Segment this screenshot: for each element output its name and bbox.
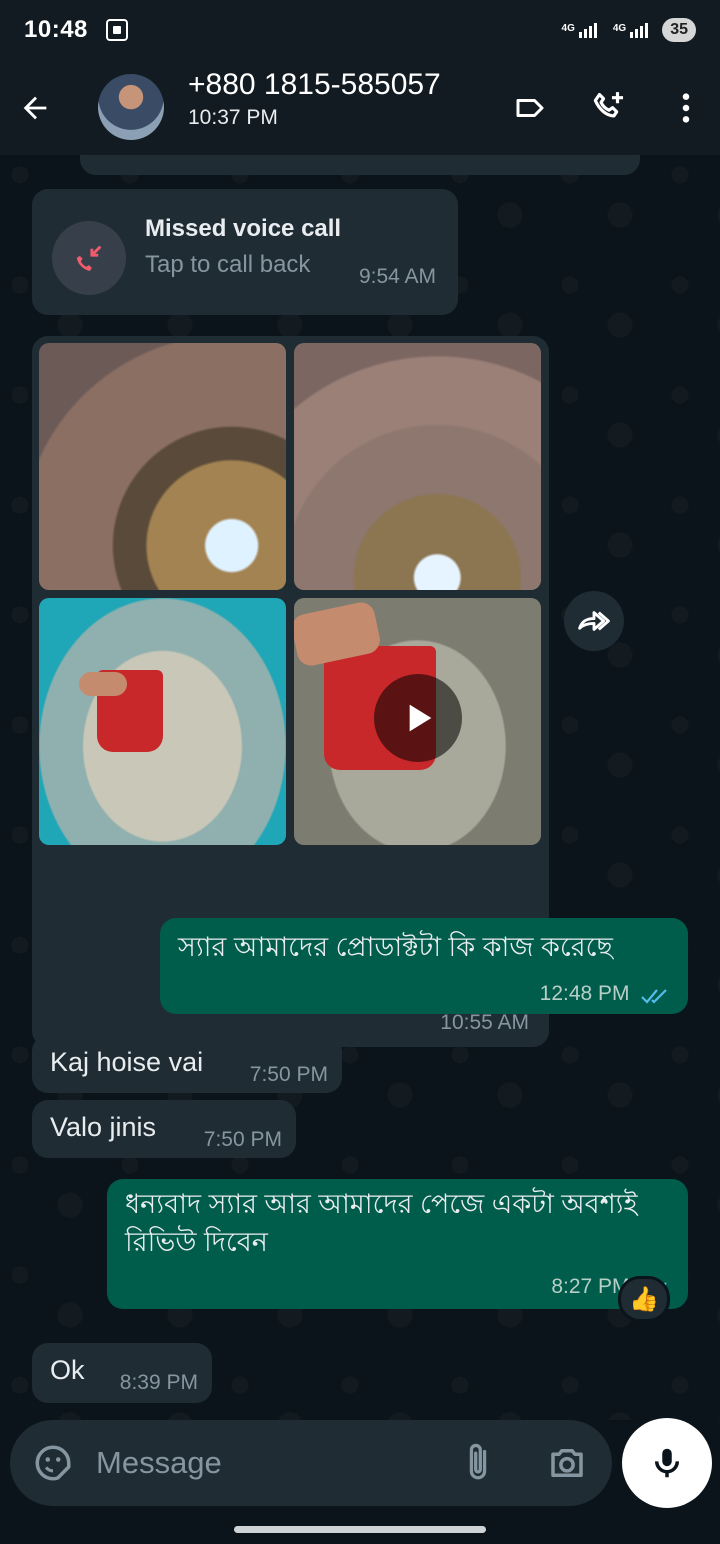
paperclip-icon (469, 1443, 487, 1480)
missed-call-icon (52, 221, 126, 295)
media-thumbnail[interactable] (39, 343, 286, 590)
home-indicator[interactable] (234, 1526, 486, 1533)
play-icon (409, 704, 432, 732)
status-indicators: 4G 4G 35 (562, 18, 696, 42)
camera-icon (551, 1449, 583, 1477)
add-call-button[interactable] (588, 88, 628, 128)
missed-call-subtitle: Tap to call back (145, 251, 311, 278)
incoming-message[interactable]: Valo jinis 7:50 PM (32, 1100, 296, 1158)
arrow-left-icon (23, 96, 47, 119)
missed-call-title: Missed voice call (145, 215, 342, 242)
more-vertical-icon (682, 92, 690, 123)
chat-header: +880 1815-585057 10:37 PM (0, 60, 720, 155)
more-options-button[interactable] (666, 88, 706, 128)
voice-record-button[interactable] (622, 1418, 712, 1508)
message-time: 8:39 PM (119, 1371, 198, 1394)
emoji-button[interactable] (32, 1442, 74, 1489)
outgoing-message[interactable]: স্যার আমাদের প্রোডাক্টটা কি কাজ করেছে 12… (160, 918, 688, 1014)
attach-button[interactable] (460, 1440, 496, 1491)
message-text: Ok (50, 1355, 85, 1385)
media-thumbnail[interactable] (39, 598, 286, 845)
status-bar: 10:48 4G 4G 35 (0, 0, 720, 60)
contact-info[interactable]: +880 1815-585057 10:37 PM (188, 68, 441, 130)
message-time: 7:50 PM (249, 1063, 328, 1086)
forward-button[interactable] (564, 591, 624, 651)
chat-area[interactable]: Missed voice call Tap to call back 9:54 … (0, 155, 720, 1420)
message-time: 9:54 AM (358, 265, 436, 288)
microphone-icon (654, 1448, 680, 1478)
network-type-label: 4G (561, 22, 575, 34)
label-icon (516, 98, 544, 117)
message-time: 7:50 PM (203, 1128, 282, 1151)
message-composer (10, 1420, 612, 1506)
message-time: 12:48 PM (539, 982, 630, 1005)
message-input[interactable] (96, 1438, 436, 1488)
message-text: স্যার আমাদের প্রোডাক্টটা কি কাজ করেছে (178, 932, 613, 962)
network-type-label: 4G (612, 22, 627, 34)
phone-plus-icon (593, 91, 624, 117)
camera-button[interactable] (546, 1442, 588, 1489)
media-thumbnail[interactable] (294, 343, 541, 590)
play-button[interactable] (374, 674, 462, 762)
back-button[interactable] (0, 60, 70, 155)
incoming-message[interactable]: Kaj hoise vai 7:50 PM (32, 1035, 342, 1093)
sticker-icon (35, 1445, 71, 1481)
missed-call-message[interactable]: Missed voice call Tap to call back 9:54 … (32, 189, 458, 315)
status-time: 10:48 (24, 16, 88, 43)
screenshot-icon (105, 19, 128, 41)
message-text: ধন্যবাদ স্যার আর আমাদের পেজে একটা অবশ্যই… (125, 1189, 638, 1257)
incoming-message[interactable]: Ok 8:39 PM (32, 1343, 212, 1403)
signal-icon: 4G (561, 22, 597, 38)
message-text: Valo jinis (50, 1112, 157, 1142)
previous-message-fragment (80, 155, 640, 175)
last-seen: 10:37 PM (188, 106, 278, 129)
contact-name: +880 1815-585057 (188, 68, 441, 101)
outgoing-message[interactable]: ধন্যবাদ স্যার আর আমাদের পেজে একটা অবশ্যই… (107, 1179, 688, 1309)
read-ticks-icon (641, 988, 667, 1004)
message-time: 10:55 AM (440, 1011, 529, 1034)
signal-icon: 4G (612, 22, 649, 38)
reaction-badge[interactable]: 👍 (618, 1276, 670, 1322)
forward-icon (578, 611, 610, 631)
label-button[interactable] (510, 88, 550, 128)
message-text: Kaj hoise vai (50, 1047, 204, 1077)
battery-indicator: 35 (662, 18, 696, 42)
avatar[interactable] (98, 74, 164, 140)
